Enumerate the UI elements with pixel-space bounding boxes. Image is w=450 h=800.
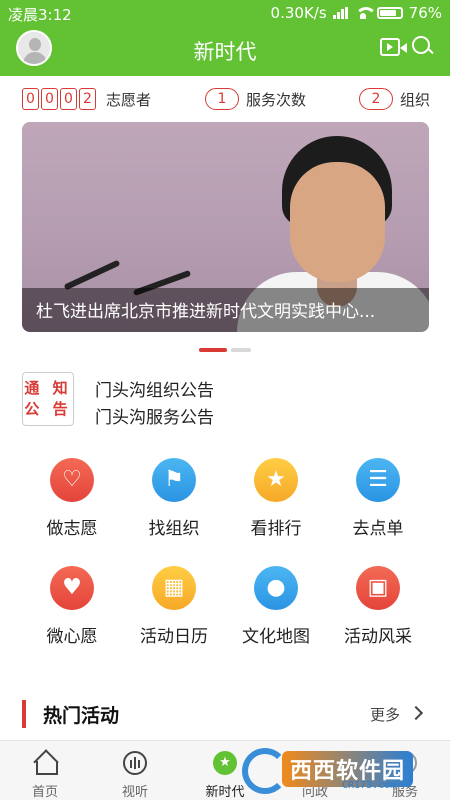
grid-item-ranking[interactable]: ★ 看排行 [226,458,326,548]
home-icon [33,751,58,775]
grid-item-volunteer[interactable]: ♡ 做志愿 [22,458,122,548]
org-count-badge: 2 [359,88,393,110]
battery-icon [376,7,403,19]
grid-item-culture-map[interactable]: ● 文化地图 [226,566,326,656]
grid-item-label: 微心愿 [46,627,98,647]
grid-item-label: 去点单 [352,519,404,539]
wish-card-icon: ♥ [50,566,94,610]
wifi-icon [354,7,377,19]
service-count-badge: 1 [205,88,239,110]
grid-item-wish[interactable]: ♥ 微心愿 [22,566,122,656]
counter-digit: 0 [22,88,39,110]
calendar-icon: ▦ [152,566,196,610]
carousel-dot[interactable] [231,348,251,352]
clipboard-icon: ☰ [356,458,400,502]
star-icon: ★ [213,751,237,775]
status-bar: 凌晨3:12 0.30K/s 76% [0,0,450,26]
status-time: 凌晨3:12 [8,6,72,24]
carousel-indicator [0,348,450,354]
app-header-area: 凌晨3:12 0.30K/s 76% 新时代 [0,0,450,76]
more-link[interactable]: 更多 [370,704,400,725]
map-pin-icon: ● [254,566,298,610]
grid-item-gallery[interactable]: ▣ 活动风采 [328,566,428,656]
banner-caption: 杜飞进出席北京市推进新时代文明实践中心... [36,302,376,322]
grid-item-label: 文化地图 [242,627,310,647]
stats-row: 0 0 0 2 志愿者 1 服务次数 2 组织 [0,86,450,114]
carousel-dot-active[interactable] [199,348,227,352]
notice-badge-line: 公 告 [24,400,72,418]
grid-item-label: 活动风采 [344,627,412,647]
battery-level: 76% [408,4,442,22]
medal-icon: ★ [254,458,298,502]
notice-item[interactable]: 门头沟组织公告 [95,376,214,401]
signal-icon [332,7,349,19]
org-label: 组织 [400,91,431,109]
section-accent-bar [22,700,26,728]
news-banner[interactable]: 杜飞进出席北京市推进新时代文明实践中心... [22,122,429,332]
nav-item-audio-video[interactable]: 视听 [90,741,180,800]
grid-item-label: 做志愿 [46,519,98,539]
notice-badge: 通 知 公 告 [22,372,74,426]
watermark-subtext: CR173.com [342,780,397,791]
status-right: 0.30K/s 76% [271,4,442,22]
volunteer-counter: 0 0 0 2 [22,88,96,110]
title-bar: 新时代 [0,26,450,76]
notice-badge-line: 通 知 [24,379,72,397]
chevron-right-icon[interactable] [408,705,424,721]
audio-icon [123,751,147,775]
nav-item-home[interactable]: 首页 [0,741,90,800]
counter-digit: 0 [60,88,77,110]
counter-digit: 2 [79,88,96,110]
photo-icon: ▣ [356,566,400,610]
watermark-logo: 西西软件园 CR173.com [242,748,442,794]
grid-item-label: 找组织 [148,519,200,539]
heart-icon: ♡ [50,458,94,502]
flag-icon: ⚑ [152,458,196,502]
grid-item-calendar[interactable]: ▦ 活动日历 [124,566,224,656]
network-speed: 0.30K/s [270,4,327,22]
volunteer-label: 志愿者 [106,91,152,109]
service-count-label: 服务次数 [246,91,307,109]
counter-digit: 0 [41,88,58,110]
grid-item-find-org[interactable]: ⚑ 找组织 [124,458,224,548]
person-shape [290,162,385,282]
grid-item-label: 看排行 [250,519,302,539]
notice-item[interactable]: 门头沟服务公告 [95,403,214,428]
section-title: 热门活动 [43,705,120,727]
search-icon[interactable] [412,36,434,58]
grid-item-label: 活动日历 [140,627,208,647]
video-icon[interactable] [380,38,407,56]
grid-item-order[interactable]: ☰ 去点单 [328,458,428,548]
nav-label: 视听 [121,785,148,800]
nav-label: 首页 [31,785,58,800]
